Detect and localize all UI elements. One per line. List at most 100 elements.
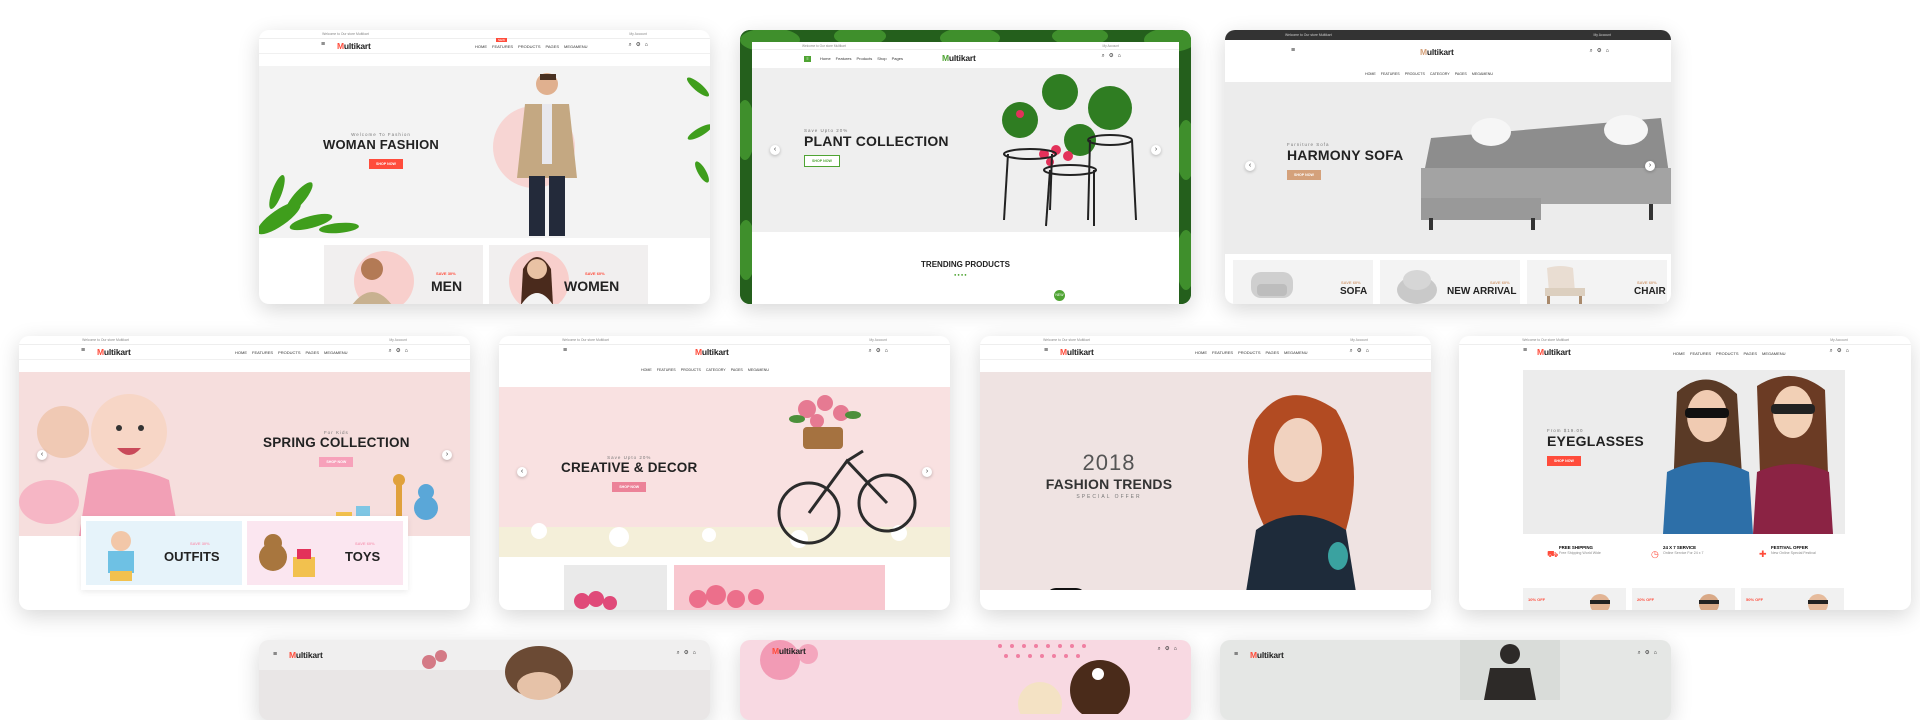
cart-icon[interactable]: ⌂ <box>405 348 408 354</box>
menu-toggle-icon[interactable]: ≡ <box>81 347 85 354</box>
prev-arrow-icon[interactable]: ‹ <box>1245 161 1255 171</box>
shop-now-button[interactable]: SHOP NOW <box>1547 456 1581 466</box>
hero-title: SPRING COLLECTION <box>263 435 410 450</box>
nav-menu[interactable]: HOME FEATURES PRODUCTS PAGES MEGAMENU <box>235 350 353 355</box>
banner-women[interactable]: SAVE 60% WOMEN <box>489 245 648 304</box>
demo-card-eyewear[interactable]: Welcome to Our store Multikart My Account… <box>1459 336 1911 610</box>
nav-menu[interactable]: HOME FEATURES PRODUCTS CATEGORY PAGES MEGAMEN… <box>641 368 774 372</box>
logo[interactable]: Multikart <box>1060 347 1094 357</box>
cart-icon[interactable]: ⌂ <box>1174 646 1177 652</box>
next-arrow-icon[interactable]: › <box>1151 145 1161 155</box>
banner-label: OUTFITS <box>164 549 220 564</box>
settings-icon[interactable]: ⚙ <box>396 348 401 354</box>
next-arrow-icon[interactable]: › <box>442 450 452 460</box>
shop-now-button[interactable]: SHOP NOW <box>369 159 403 169</box>
demo-card-bakery[interactable]: Multikart ⌕ ⚙ ⌂ <box>740 640 1191 720</box>
settings-icon[interactable]: ⚙ <box>1597 48 1602 54</box>
beanbag-image <box>1397 270 1437 304</box>
offer-banner-3[interactable]: 50% OFF <box>1741 588 1844 610</box>
menu-toggle-icon[interactable]: ≡ <box>1044 347 1048 354</box>
search-icon[interactable]: ⌕ <box>1350 348 1353 354</box>
menu-toggle-icon[interactable]: ≡ <box>1234 651 1238 658</box>
demo-card-beauty[interactable]: ≡ Multikart ⌕ ⚙ ⌂ <box>259 640 710 720</box>
nav-menu[interactable]: HOME FEATURES PRODUCTS CATEGORY PAGES MEGAMEN… <box>1365 72 1498 76</box>
settings-icon[interactable]: ⚙ <box>1109 53 1114 59</box>
search-icon[interactable]: ⌕ <box>1102 53 1105 59</box>
decor-banner-2[interactable] <box>674 565 885 610</box>
search-icon[interactable]: ⌕ <box>869 348 872 354</box>
prev-arrow-icon[interactable]: ‹ <box>517 467 527 477</box>
logo[interactable]: Multikart <box>772 646 806 656</box>
shop-now-button[interactable]: SHOP NOW <box>319 457 354 467</box>
nav-menu[interactable]: Home Features Products Shop Pages <box>820 56 908 61</box>
settings-icon[interactable]: ⚙ <box>1357 348 1362 354</box>
shop-now-button[interactable]: SHOP NOW <box>1287 170 1321 180</box>
offer-banner-1[interactable]: 10% OFF <box>1523 588 1626 610</box>
cart-icon[interactable]: ⌂ <box>885 348 888 354</box>
nav-menu[interactable]: HOME FEATURES PRODUCTS PAGES MEGAMENU <box>475 44 593 49</box>
logo[interactable]: Multikart <box>337 41 371 51</box>
shop-now-button[interactable]: SHOP NOW <box>612 482 647 492</box>
demo-card-decor[interactable]: Welcome to Our store Multikart My Account… <box>499 336 950 610</box>
demo-card-trends[interactable]: Welcome to Our store Multikart My Account… <box>980 336 1431 610</box>
menu-toggle-icon[interactable]: ≡ <box>1291 47 1295 54</box>
demo-card-furniture[interactable]: Welcome to Our store Multikart My Account… <box>1225 30 1671 304</box>
demo-card-minimal[interactable]: ≡ Multikart ⌕ ⚙ ⌂ <box>1220 640 1671 720</box>
logo[interactable]: Multikart <box>1537 347 1571 357</box>
cart-icon[interactable]: ⌂ <box>645 42 648 48</box>
clock-icon: ◷ <box>1651 549 1659 559</box>
offer-banner-2[interactable]: 20% OFF <box>1632 588 1735 610</box>
decor-banner-1[interactable] <box>564 565 667 610</box>
prev-arrow-icon[interactable]: ‹ <box>37 450 47 460</box>
nav-menu[interactable]: HOME FEATURES PRODUCTS PAGES MEGAMENU <box>1673 351 1791 356</box>
cart-icon[interactable]: ⌂ <box>1606 48 1609 54</box>
header-icons: ⌕ ⚙ ⌂ <box>625 42 648 49</box>
next-arrow-icon[interactable]: › <box>922 467 932 477</box>
search-icon[interactable]: ⌕ <box>677 650 680 656</box>
banner-chair[interactable]: SAVE 60% CHAIR <box>1527 260 1667 304</box>
menu-toggle-icon[interactable]: ≡ <box>804 56 811 62</box>
search-icon[interactable]: ⌕ <box>389 348 392 354</box>
settings-icon[interactable]: ⚙ <box>636 42 641 48</box>
logo[interactable]: Multikart <box>942 53 976 63</box>
menu-toggle-icon[interactable]: ≡ <box>563 347 567 354</box>
logo[interactable]: Multikart <box>289 650 323 660</box>
demo-card-fashion[interactable]: Welcome to Our store Multikart My Accoun… <box>259 30 710 304</box>
search-icon[interactable]: ⌕ <box>1590 48 1593 54</box>
menu-toggle-icon[interactable]: ≡ <box>1523 347 1527 354</box>
logo[interactable]: Multikart <box>1420 47 1454 57</box>
demo-card-kids[interactable]: Welcome to Our store Multikart My Account… <box>19 336 470 610</box>
logo[interactable]: Multikart <box>1250 650 1284 660</box>
cart-icon[interactable]: ⌂ <box>693 650 696 656</box>
plants-image <box>1002 74 1137 227</box>
search-icon[interactable]: ⌕ <box>629 42 632 48</box>
settings-icon[interactable]: ⚙ <box>684 650 689 656</box>
settings-icon[interactable]: ⚙ <box>1837 348 1842 354</box>
settings-icon[interactable]: ⚙ <box>876 348 881 354</box>
banner-sofa[interactable]: SAVE 60% SOFA <box>1233 260 1373 304</box>
search-icon[interactable]: ⌕ <box>1830 348 1833 354</box>
prev-arrow-icon[interactable]: ‹ <box>770 145 780 155</box>
account-link[interactable]: My Account <box>629 32 647 36</box>
cart-icon[interactable]: ⌂ <box>1366 348 1369 354</box>
logo[interactable]: Multikart <box>695 347 729 357</box>
search-icon[interactable]: ⌕ <box>1638 650 1641 656</box>
banner-outfits[interactable]: SAVE 30% OUTFITS <box>86 521 242 585</box>
settings-icon[interactable]: ⚙ <box>1645 650 1650 656</box>
model-head-image <box>1699 594 1719 610</box>
demo-card-plant[interactable]: Welcome to Our store Multikart My Account… <box>740 30 1191 304</box>
cart-icon[interactable]: ⌂ <box>1654 650 1657 656</box>
cart-icon[interactable]: ⌂ <box>1118 53 1121 59</box>
banner-men[interactable]: SAVE 30% MEN <box>324 245 483 304</box>
banner-toys[interactable]: SAVE 60% TOYS <box>247 521 403 585</box>
logo[interactable]: Multikart <box>97 347 131 357</box>
next-arrow-icon[interactable]: › <box>1645 161 1655 171</box>
settings-icon[interactable]: ⚙ <box>1165 646 1170 652</box>
search-icon[interactable]: ⌕ <box>1158 646 1161 652</box>
banner-new-arrival[interactable]: SAVE 60% NEW ARRIVAL <box>1380 260 1520 304</box>
menu-toggle-icon[interactable]: ≡ <box>321 41 325 48</box>
menu-toggle-icon[interactable]: ≡ <box>273 651 277 658</box>
shop-now-button[interactable]: SHOP NOW <box>804 155 840 167</box>
cart-icon[interactable]: ⌂ <box>1846 348 1849 354</box>
nav-menu[interactable]: HOME FEATURES PRODUCTS PAGES MEGAMENU <box>1195 350 1313 355</box>
